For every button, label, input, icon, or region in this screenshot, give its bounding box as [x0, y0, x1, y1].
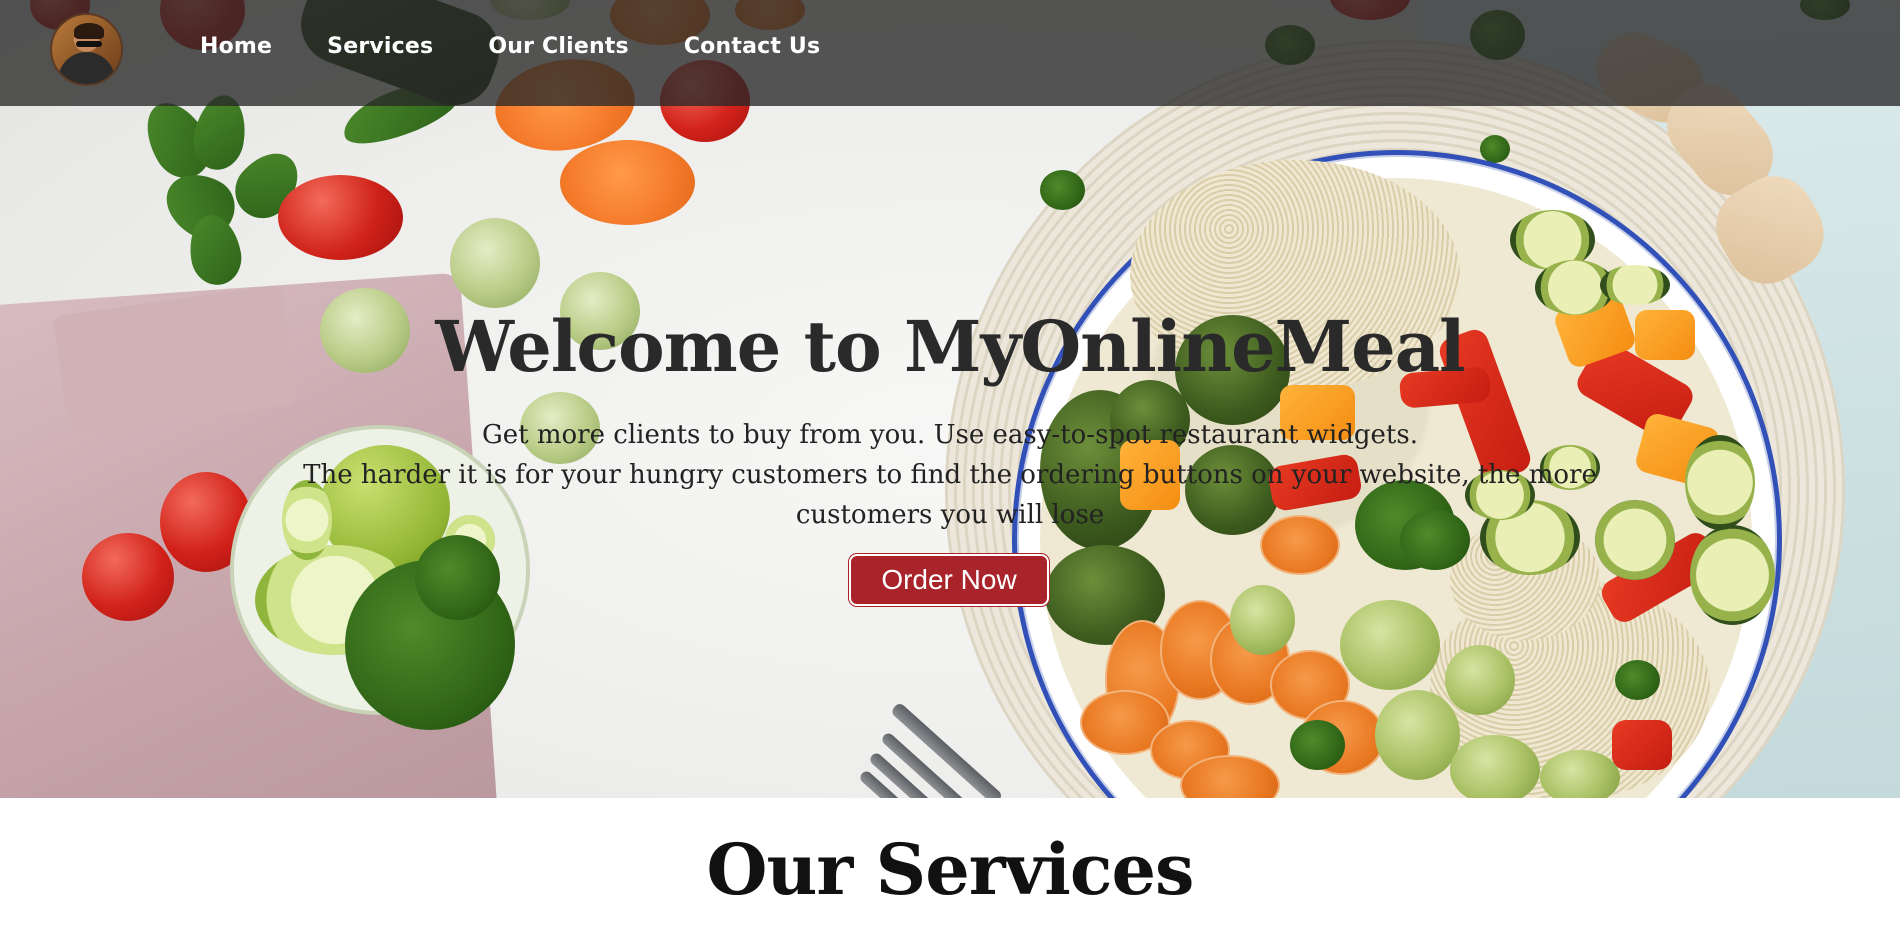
order-now-button[interactable]: Order Now — [849, 554, 1049, 606]
cherry-tomato — [278, 175, 403, 260]
parsley-sprig — [1480, 135, 1510, 163]
parsley-sprig — [1615, 660, 1660, 700]
services-heading: Our Services — [706, 828, 1195, 911]
hero-section: Welcome to MyOnlineMeal Get more clients… — [0, 0, 1900, 798]
zucchini-slice — [1600, 265, 1670, 305]
cherry-tomato — [82, 533, 174, 621]
hero-description-line2: The harder it is for your hungry custome… — [303, 460, 1597, 530]
hero-description: Get more clients to buy from you. Use ea… — [260, 415, 1640, 535]
zucchini-slice — [1690, 525, 1775, 625]
nav-link-our-clients[interactable]: Our Clients — [488, 34, 629, 59]
parsley-sprig — [1290, 720, 1345, 770]
avatar-glasses — [76, 41, 102, 47]
nav-links: Home Services Our Clients Contact Us — [200, 34, 875, 59]
carrot-slice — [560, 140, 695, 225]
nav-link-services[interactable]: Services — [327, 34, 433, 59]
hero-description-line1: Get more clients to buy from you. Use ea… — [482, 420, 1418, 450]
brussels-sprout — [1375, 690, 1460, 780]
brussels-sprout — [1445, 645, 1515, 715]
nav-link-contact-us[interactable]: Contact Us — [684, 34, 820, 59]
zucchini-slice — [1685, 435, 1755, 530]
brussels-sprout — [1230, 585, 1295, 655]
avatar-hair — [74, 23, 104, 39]
avatar[interactable] — [50, 13, 123, 86]
nav-link-home[interactable]: Home — [200, 34, 272, 59]
brussels-sprout — [1340, 600, 1440, 690]
top-navbar: Home Services Our Clients Contact Us — [0, 0, 1900, 106]
parsley-bunch — [415, 535, 500, 620]
brussels-sprout — [1540, 750, 1620, 798]
brussels-sprout — [450, 218, 540, 308]
hero-title: Welcome to MyOnlineMeal — [435, 305, 1465, 388]
parsley-sprig — [1040, 170, 1085, 210]
red-pepper — [1612, 720, 1672, 770]
hero-background-image — [0, 0, 1900, 798]
brussels-sprout — [1450, 735, 1540, 798]
